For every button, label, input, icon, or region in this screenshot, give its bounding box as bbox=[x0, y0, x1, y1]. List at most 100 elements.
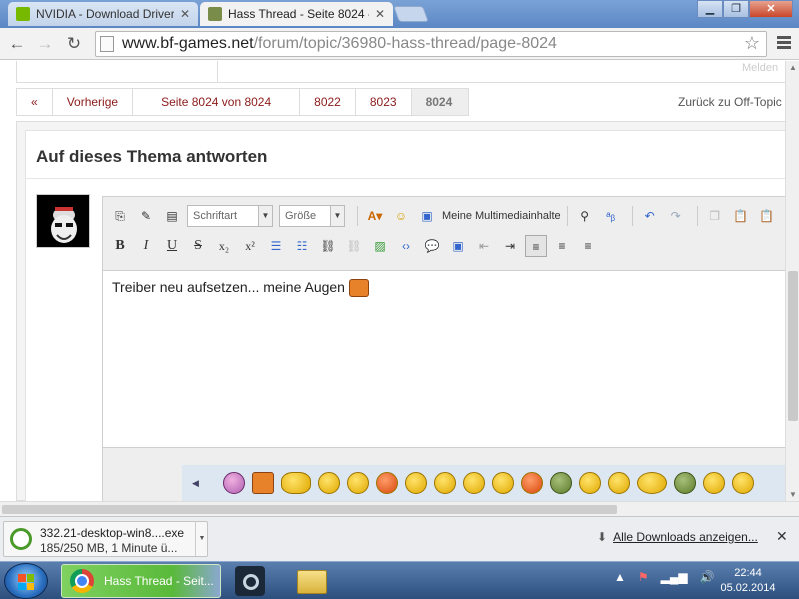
smilies-bar: ◀ bbox=[182, 465, 785, 501]
close-tab-icon[interactable]: ✕ bbox=[375, 7, 385, 21]
smilie-icon[interactable] bbox=[549, 472, 572, 494]
pager-page-of[interactable]: Seite 8024 von 8024 bbox=[133, 89, 301, 115]
show-all-label: Alle Downloads anzeigen... bbox=[613, 530, 758, 544]
bookmark-star-icon[interactable]: ☆ bbox=[744, 33, 760, 54]
paste-text-icon[interactable]: 📋 bbox=[756, 205, 778, 227]
outdent-icon[interactable]: ⇤ bbox=[473, 235, 495, 257]
image-icon[interactable]: ▨ bbox=[369, 235, 391, 257]
smilie-icon[interactable] bbox=[636, 472, 667, 494]
clock-date: 05.02.2014 bbox=[720, 582, 776, 594]
redo-icon[interactable]: ↷ bbox=[665, 205, 687, 227]
editor-toolbar-row-2: B I U S x₂ x² ☰ ☷ ⛓ ⛓ ▨ ‹› 💬 ▣ ⇤ ⇥ ≡ ≡ ≡ bbox=[109, 233, 603, 259]
smilie-icon[interactable] bbox=[491, 472, 514, 494]
numbered-list-icon[interactable]: ☷ bbox=[291, 235, 313, 257]
smilie-icon[interactable] bbox=[702, 472, 725, 494]
align-center-icon[interactable]: ≡ bbox=[551, 235, 573, 257]
code-icon[interactable]: ‹› bbox=[395, 235, 417, 257]
smilie-icon[interactable] bbox=[346, 472, 369, 494]
report-link[interactable]: Melden bbox=[742, 62, 778, 74]
back-arrow-icon[interactable]: ← bbox=[6, 34, 28, 54]
link-icon[interactable]: ⛓ bbox=[317, 235, 339, 257]
spellcheck-icon[interactable]: ᵃᵦ bbox=[600, 205, 622, 227]
close-shelf-icon[interactable]: ✕ bbox=[776, 528, 788, 545]
smilie-icon[interactable] bbox=[607, 472, 630, 494]
scroll-thumb[interactable] bbox=[788, 271, 798, 421]
back-to-offtopic-link[interactable]: Zurück zu Off-Topic bbox=[678, 95, 782, 109]
italic-icon[interactable]: I bbox=[135, 235, 157, 257]
taskbar-clock[interactable]: 22:44 05.02.2014 bbox=[713, 566, 783, 596]
bold-icon[interactable]: B bbox=[109, 235, 131, 257]
pager-first[interactable]: « bbox=[17, 89, 53, 115]
bullet-list-icon[interactable]: ☰ bbox=[265, 235, 287, 257]
taskbar-steam[interactable] bbox=[233, 564, 269, 598]
scroll-up-icon[interactable]: ▲ bbox=[789, 63, 797, 72]
smilie-icon[interactable] bbox=[280, 472, 311, 494]
tab-nvidia[interactable]: NVIDIA - Download Driver ✕ bbox=[8, 2, 198, 26]
quote-icon[interactable]: 💬 bbox=[421, 235, 443, 257]
superscript-icon[interactable]: x² bbox=[239, 235, 261, 257]
download-item[interactable]: 332.21-desktop-win8....exe 185/250 MB, 1… bbox=[3, 521, 208, 557]
chrome-menu-icon[interactable] bbox=[777, 36, 791, 51]
paste-icon[interactable]: 📋 bbox=[730, 205, 752, 227]
find-icon[interactable]: ⚲ bbox=[574, 205, 596, 227]
source-icon[interactable]: ⎘ bbox=[109, 205, 131, 227]
smilie-icon[interactable] bbox=[317, 472, 340, 494]
smilie-icon[interactable] bbox=[404, 472, 427, 494]
smilie-icon[interactable] bbox=[520, 472, 543, 494]
start-button[interactable] bbox=[4, 563, 48, 599]
subscript-icon[interactable]: x₂ bbox=[213, 235, 235, 257]
pager-page-8023[interactable]: 8023 bbox=[355, 89, 412, 115]
smilie-icon[interactable] bbox=[673, 472, 696, 494]
unlink-icon[interactable]: ⛓ bbox=[343, 235, 365, 257]
window-close-button[interactable]: ✕ bbox=[749, 0, 793, 18]
smilie-icon[interactable] bbox=[433, 472, 456, 494]
spoiler-icon[interactable]: ▣ bbox=[447, 235, 469, 257]
chevron-down-icon: ▼ bbox=[330, 206, 344, 226]
minimize-button[interactable]: ▁ bbox=[697, 0, 723, 18]
align-left-icon[interactable]: ≡ bbox=[525, 235, 547, 257]
reply-section: Auf dieses Thema antworten ⎘ ✎ ▤ Schrift… bbox=[16, 121, 785, 501]
close-tab-icon[interactable]: ✕ bbox=[180, 7, 190, 21]
hscroll-thumb[interactable] bbox=[2, 505, 617, 514]
size-select[interactable]: Größe ▼ bbox=[279, 205, 345, 227]
align-right-icon[interactable]: ≡ bbox=[577, 235, 599, 257]
tab-hass-thread[interactable]: Hass Thread - Seite 8024 - ✕ bbox=[200, 2, 393, 26]
template-icon[interactable]: ▤ bbox=[161, 205, 183, 227]
my-media-button[interactable]: Meine Multimediainhalte bbox=[442, 210, 561, 222]
indent-icon[interactable]: ⇥ bbox=[499, 235, 521, 257]
new-tab-button[interactable] bbox=[393, 6, 429, 22]
smilie-icon[interactable] bbox=[375, 472, 398, 494]
show-all-downloads-link[interactable]: ⬇ Alle Downloads anzeigen... bbox=[597, 530, 758, 544]
pager-prev[interactable]: Vorherige bbox=[52, 89, 134, 115]
media-icon[interactable]: ▣ bbox=[416, 205, 438, 227]
scroll-down-icon[interactable]: ▼ bbox=[789, 490, 797, 499]
taskbar-chrome[interactable]: Hass Thread - Seit... bbox=[61, 564, 221, 598]
maximize-button[interactable]: ❐ bbox=[723, 0, 749, 18]
address-bar[interactable]: www.bf-games.net/forum/topic/36980-hass-… bbox=[95, 31, 767, 57]
text-color-icon[interactable]: A▾ bbox=[364, 205, 386, 227]
smilie-icon[interactable] bbox=[222, 472, 245, 494]
strikethrough-icon[interactable]: S bbox=[187, 235, 209, 257]
post-text-area[interactable]: Treiber neu aufsetzen... meine Augen bbox=[103, 270, 785, 448]
underline-icon[interactable]: U bbox=[161, 235, 183, 257]
vertical-scrollbar[interactable]: ▲ ▼ bbox=[785, 61, 799, 501]
smilie-icon[interactable] bbox=[731, 472, 754, 494]
chevron-down-icon[interactable]: ▼ bbox=[195, 522, 208, 556]
font-select[interactable]: Schriftart ▼ bbox=[187, 205, 273, 227]
horizontal-scrollbar[interactable] bbox=[0, 501, 799, 516]
copy-icon[interactable]: ❐ bbox=[704, 205, 726, 227]
smilie-icon[interactable] bbox=[578, 472, 601, 494]
undo-icon[interactable]: ↶ bbox=[639, 205, 661, 227]
smilie-icon[interactable] bbox=[462, 472, 485, 494]
smilies-prev-icon[interactable]: ◀ bbox=[192, 478, 199, 489]
reload-icon[interactable]: ↻ bbox=[63, 34, 85, 54]
pager-page-8022[interactable]: 8022 bbox=[300, 89, 356, 115]
action-center-flag-icon[interactable]: ⚑ bbox=[638, 570, 649, 584]
network-signal-icon[interactable]: ▂▄▆ bbox=[661, 570, 688, 584]
smiley-picker-icon[interactable]: ☺ bbox=[390, 205, 412, 227]
forward-arrow-icon[interactable]: → bbox=[34, 34, 56, 54]
tray-expand-icon[interactable]: ▲ bbox=[614, 570, 626, 584]
eraser-icon[interactable]: ✎ bbox=[135, 205, 157, 227]
smilie-icon[interactable] bbox=[251, 472, 274, 494]
taskbar-explorer[interactable] bbox=[295, 564, 331, 598]
